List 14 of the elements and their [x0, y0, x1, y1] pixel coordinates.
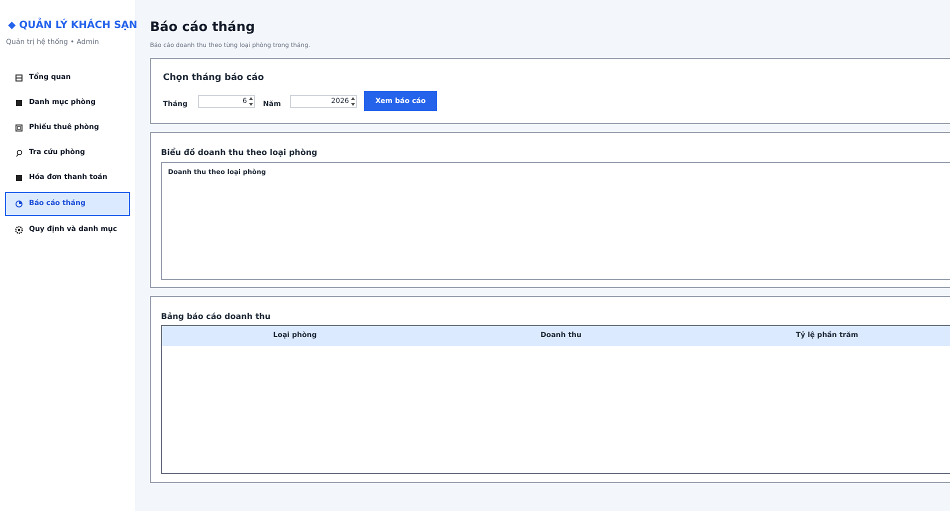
pie-chart-icon	[15, 200, 23, 208]
square-icon	[15, 174, 23, 182]
spinner-icon[interactable]	[350, 96, 356, 106]
card-title: Bảng báo cáo doanh thu	[161, 310, 272, 322]
square-icon	[15, 98, 23, 106]
card-title: Biểu đồ doanh thu theo loại phòng	[161, 146, 318, 158]
window-icon	[15, 74, 23, 82]
spinner-icon[interactable]	[248, 96, 254, 106]
gear-icon	[15, 226, 23, 234]
page-title: Báo cáo tháng	[150, 19, 256, 37]
card-title: Chọn tháng báo cáo	[163, 72, 265, 84]
frame-icon	[15, 124, 23, 132]
app-title: ◆ QUẢN LÝ KHÁCH SẠN	[0, 18, 135, 33]
search-icon	[15, 148, 23, 156]
